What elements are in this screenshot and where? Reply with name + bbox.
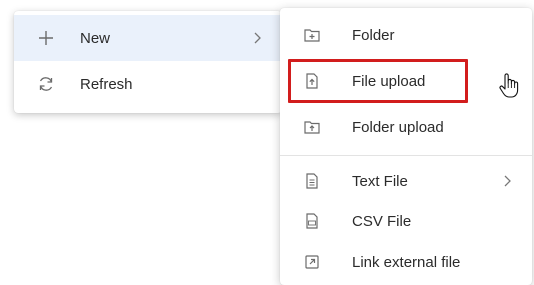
highlight-box	[288, 59, 468, 103]
submenu-item-label: Link external file	[352, 253, 461, 271]
folder-upload-icon	[302, 117, 322, 137]
chevron-right-icon	[252, 31, 262, 45]
text-file-icon	[302, 171, 322, 191]
submenu-item-link-external-file[interactable]: Link external file	[280, 241, 532, 283]
menu-item-label: Refresh	[80, 75, 133, 93]
refresh-icon	[36, 74, 56, 94]
menu-item-label: New	[80, 29, 111, 47]
menu-item-new[interactable]: New	[14, 15, 282, 61]
menu-divider	[280, 155, 532, 156]
submenu-item-label: CSV File	[352, 212, 412, 230]
submenu-item-label: Folder upload	[352, 118, 444, 136]
csv-file-icon	[302, 211, 322, 231]
submenu-item-text-file[interactable]: Text File	[280, 161, 532, 201]
hand-cursor-icon	[498, 72, 520, 100]
submenu-item-file-upload[interactable]: File upload	[280, 58, 532, 104]
new-submenu: Folder File upload Folder upload Text Fi…	[280, 8, 532, 285]
plus-icon	[36, 28, 56, 48]
chevron-right-icon	[502, 174, 512, 188]
external-link-icon	[302, 252, 322, 272]
submenu-item-label: Text File	[352, 172, 408, 190]
context-menu: New Refresh	[14, 11, 282, 113]
submenu-item-label: Folder	[352, 26, 395, 44]
submenu-item-folder[interactable]: Folder	[280, 12, 532, 58]
menu-item-refresh[interactable]: Refresh	[14, 61, 282, 107]
submenu-item-csv-file[interactable]: CSV File	[280, 201, 532, 241]
submenu-item-folder-upload[interactable]: Folder upload	[280, 104, 532, 150]
folder-add-icon	[302, 25, 322, 45]
